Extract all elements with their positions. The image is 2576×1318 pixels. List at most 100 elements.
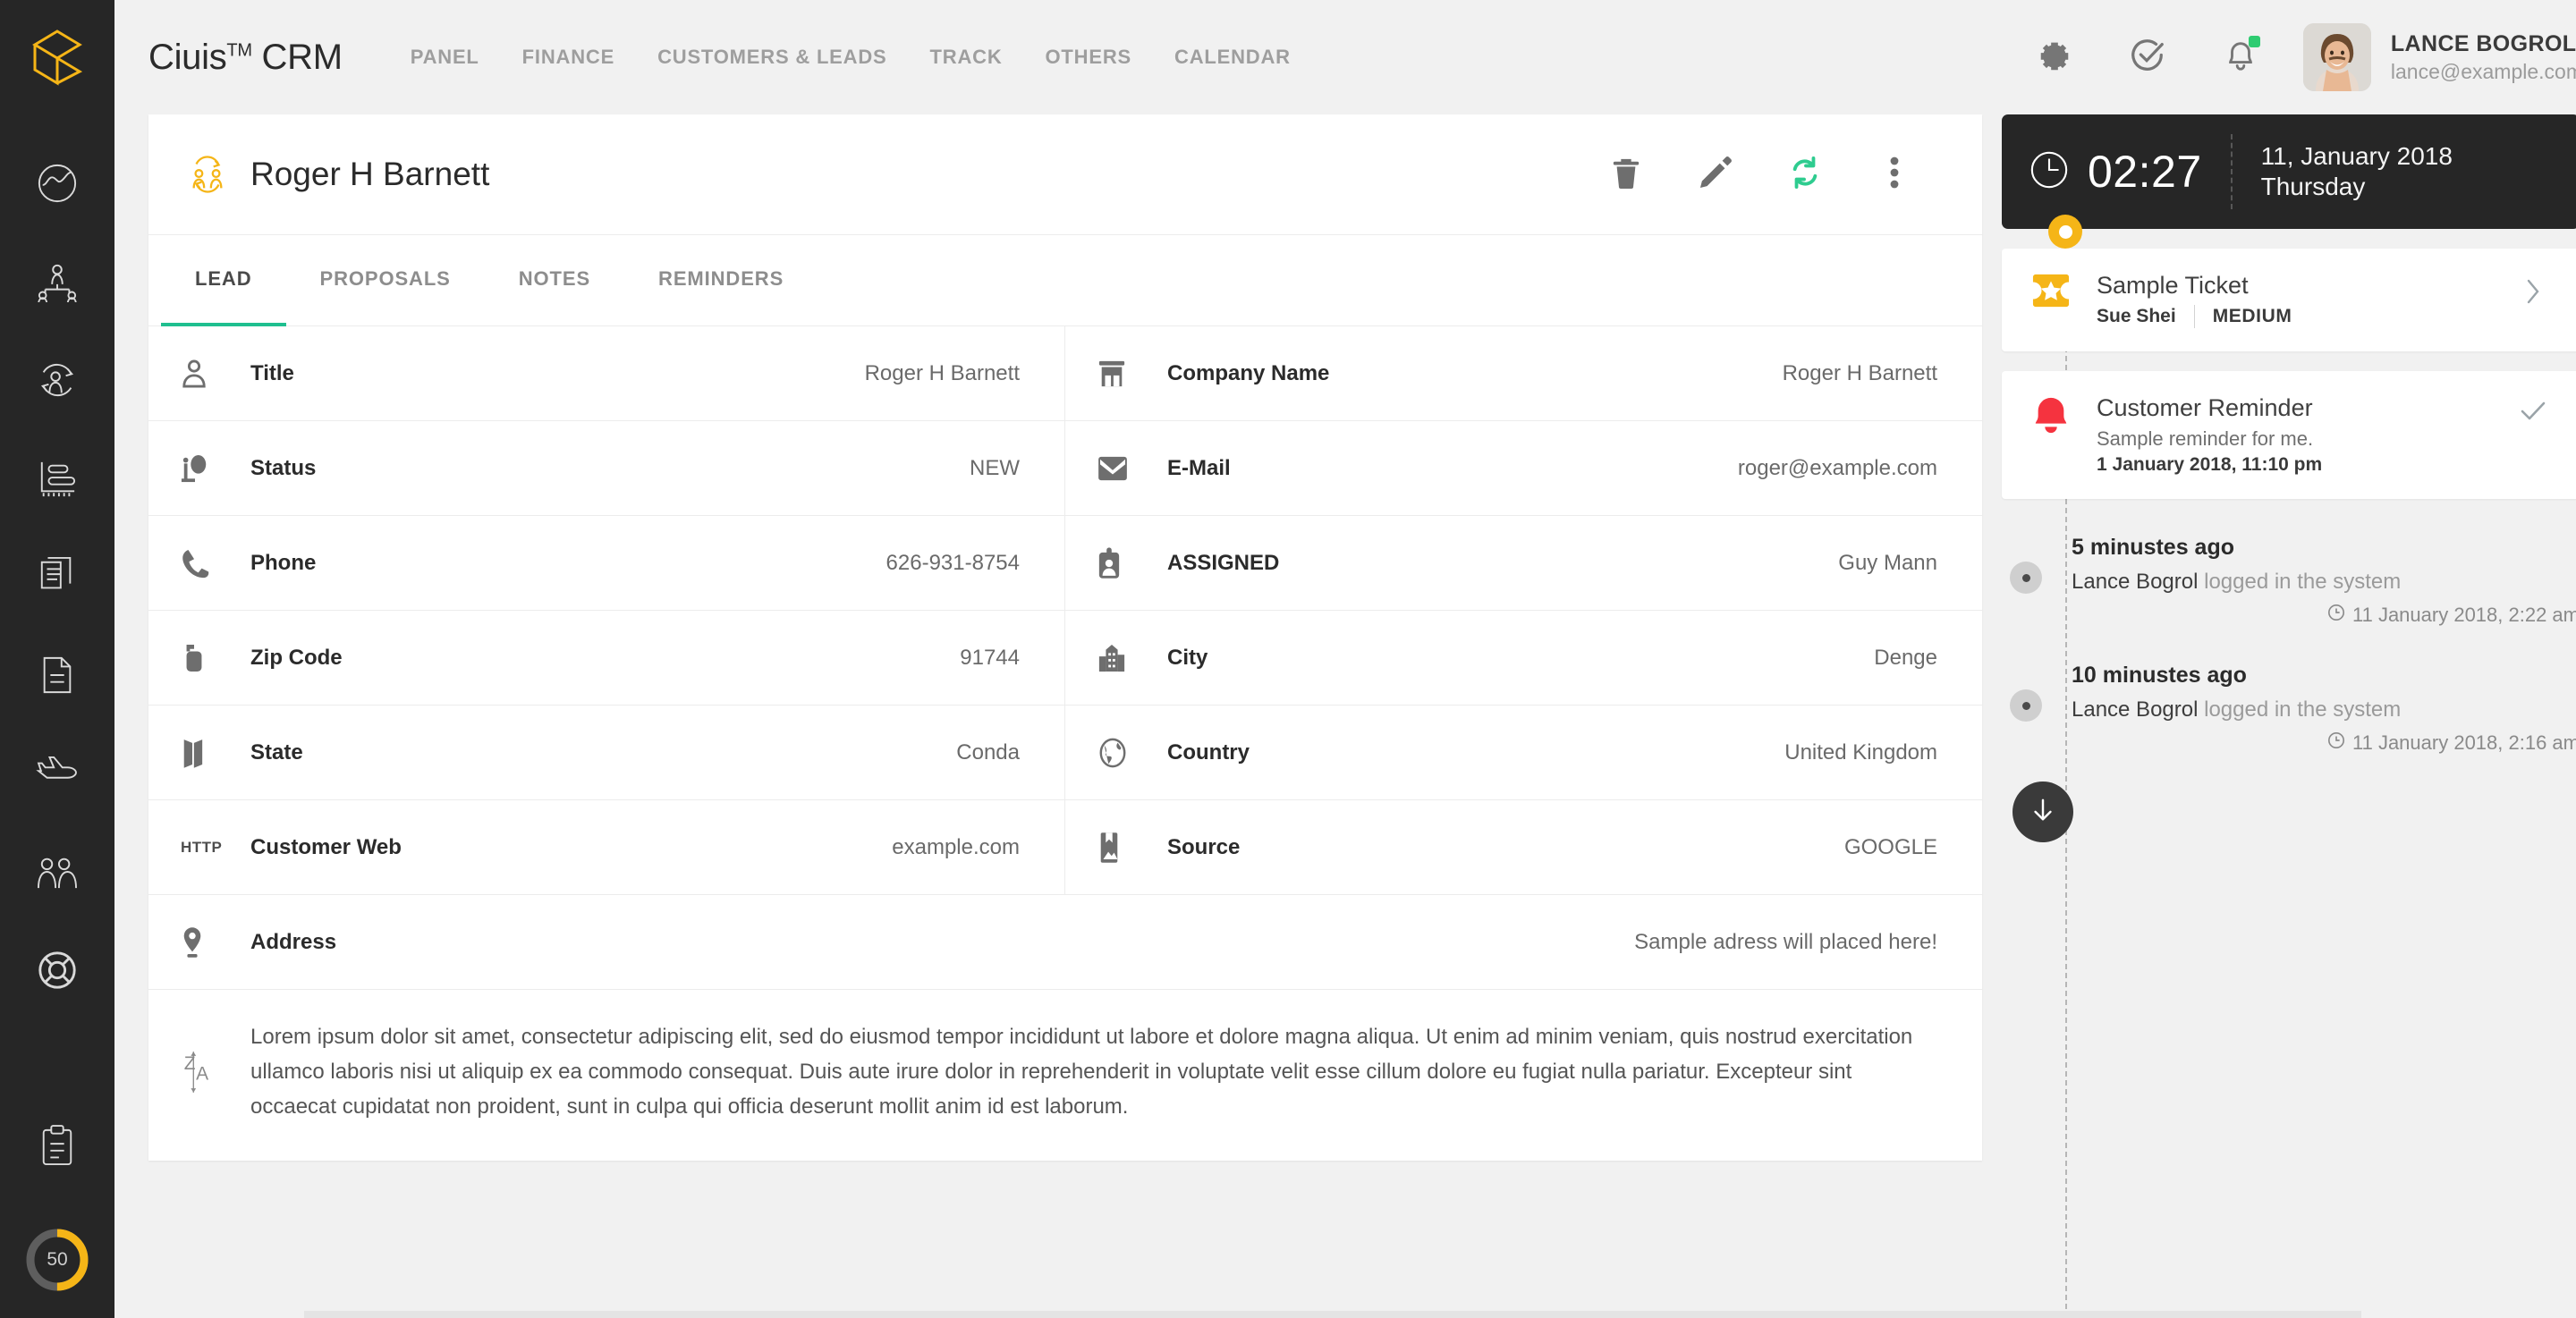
- sidebar-item-support[interactable]: [0, 921, 114, 1019]
- sort-az-icon: Z A: [181, 1047, 250, 1097]
- field-label: City: [1167, 645, 1208, 670]
- event-action: logged in the system: [2204, 697, 2402, 722]
- timeline-dot-wrap: [2002, 663, 2050, 755]
- clock-time: 02:27: [2088, 147, 2202, 197]
- event-actor: Lance Bogrol: [2072, 570, 2199, 594]
- body-column: CiuisTM CRM PANEL FINANCE CUSTOMERS & LE…: [114, 0, 2576, 1318]
- field-value: roger@example.com: [1737, 455, 1937, 480]
- activity-event: 5 minustes ago Lance Bogrol logged in th…: [2002, 535, 2576, 627]
- timeline-head-marker: [2048, 215, 2082, 249]
- field-row-customer-web: HTTP Customer Web example.com: [148, 800, 1064, 895]
- field-value: GOOGLE: [1843, 834, 1937, 859]
- brand-suffix: CRM: [261, 37, 343, 77]
- users-exchange-icon: [186, 154, 242, 195]
- load-more-button[interactable]: [2012, 782, 2073, 842]
- sidebar-item-reports[interactable]: [0, 429, 114, 528]
- sidebar-item-tasks[interactable]: [0, 1094, 114, 1202]
- detail-tabs: LEAD PROPOSALS NOTES REMINDERS: [148, 235, 1982, 326]
- trash-icon: [1611, 156, 1641, 194]
- page-title: Roger H Barnett: [250, 156, 490, 192]
- user-menu[interactable]: LANCE BOGROL lance@example.com: [2287, 23, 2576, 91]
- ticket-meta-divider: [2193, 305, 2195, 328]
- tab-lead[interactable]: LEAD: [161, 235, 286, 326]
- bell-alert-icon: [2027, 394, 2075, 435]
- pencil-icon: [1699, 156, 1732, 193]
- sidebar-item-team[interactable]: [0, 823, 114, 921]
- tab-proposals[interactable]: PROPOSALS: [286, 235, 485, 326]
- map-icon: [181, 738, 250, 768]
- tab-notes[interactable]: NOTES: [485, 235, 624, 326]
- nav-item-finance[interactable]: FINANCE: [501, 46, 636, 69]
- field-label: Status: [250, 455, 317, 480]
- field-grid: Title Roger H Barnett Status NEW Phone 6…: [148, 326, 1982, 895]
- more-options-button[interactable]: [1850, 130, 1939, 219]
- check-icon[interactable]: [2512, 394, 2555, 423]
- sidebar-item-travel[interactable]: [0, 724, 114, 823]
- app-logo[interactable]: [0, 0, 114, 114]
- field-row-state: State Conda: [148, 705, 1064, 800]
- field-value: Conda: [956, 739, 1020, 765]
- delete-button[interactable]: [1581, 130, 1671, 219]
- http-icon: HTTP: [181, 838, 223, 856]
- nav-item-customers-leads[interactable]: CUSTOMERS & LEADS: [636, 46, 908, 69]
- tab-reminders[interactable]: REMINDERS: [624, 235, 818, 326]
- user-icon: [181, 359, 250, 389]
- avatar: [2302, 23, 2371, 91]
- sidebar-nav: [0, 114, 114, 1019]
- activity-event: 10 minustes ago Lance Bogrol logged in t…: [2002, 663, 2576, 755]
- nav-item-track[interactable]: TRACK: [909, 46, 1024, 69]
- tasks-button[interactable]: [2101, 11, 2194, 104]
- edit-button[interactable]: [1671, 130, 1760, 219]
- app-root: 50 CiuisTM CRM PANEL FINANCE CUSTOMERS &…: [0, 0, 2576, 1318]
- nav-item-others[interactable]: OTHERS: [1024, 46, 1153, 69]
- left-sidebar: 50: [0, 0, 114, 1318]
- sidebar-item-documents[interactable]: [0, 528, 114, 626]
- city-icon: [1097, 643, 1167, 673]
- event-description: Lance Bogrol logged in the system: [2072, 570, 2576, 595]
- timeline-dot-icon: [2010, 689, 2042, 722]
- field-label: Address: [250, 929, 337, 954]
- refresh-icon: [1789, 156, 1821, 194]
- reminder-card[interactable]: Customer Reminder Sample reminder for me…: [2002, 371, 2576, 499]
- sidebar-item-org-chart[interactable]: [0, 232, 114, 331]
- plane-icon: [35, 756, 80, 791]
- field-row-city: City Denge: [1065, 611, 1982, 705]
- content-area: Roger H Barnett LEAD PROPOSALS NOTES REM…: [114, 114, 2576, 1318]
- chevron-right-icon[interactable]: [2512, 272, 2555, 306]
- storage-progress[interactable]: 50: [0, 1202, 114, 1318]
- event-timestamp: 11 January 2018, 2:22 am: [2352, 604, 2576, 626]
- zip-tag-icon: [181, 643, 250, 673]
- field-label: Phone: [250, 550, 317, 575]
- phone-icon: [181, 548, 250, 579]
- settings-button[interactable]: [2008, 11, 2101, 104]
- gear-icon: [2036, 37, 2073, 79]
- arrow-down-icon: [2030, 797, 2055, 828]
- ticket-card[interactable]: Sample Ticket Sue Shei MEDIUM: [2002, 249, 2576, 351]
- bottom-scroll-strip[interactable]: [304, 1311, 2361, 1318]
- sidebar-item-analytics[interactable]: [0, 134, 114, 232]
- brand-tm: TM: [226, 40, 252, 61]
- clock-small-icon: [2327, 604, 2345, 627]
- reminder-subtitle: Sample reminder for me.: [2097, 427, 2314, 450]
- clock-widget: 02:27 11, January 2018 Thursday: [2002, 114, 2576, 249]
- sidebar-item-file-text[interactable]: [0, 626, 114, 724]
- sync-button[interactable]: [1760, 130, 1850, 219]
- ticket-assignee: Sue Shei: [2097, 306, 2176, 326]
- sidebar-item-customer-sync[interactable]: [0, 331, 114, 429]
- activity-panel: 02:27 11, January 2018 Thursday Sample T…: [1982, 114, 2576, 1318]
- card-header: Roger H Barnett: [148, 114, 1982, 235]
- event-timestamp: 11 January 2018, 2:16 am: [2352, 731, 2576, 754]
- field-label: Company Name: [1167, 360, 1330, 385]
- field-label: Customer Web: [250, 834, 402, 859]
- nav-item-panel[interactable]: PANEL: [389, 46, 501, 69]
- documents-icon: [37, 557, 78, 596]
- ticket-title: Sample Ticket: [2097, 272, 2249, 299]
- notifications-button[interactable]: [2194, 11, 2287, 104]
- svg-text:A: A: [196, 1064, 208, 1085]
- field-row-email: E-Mail roger@example.com: [1065, 421, 1982, 516]
- nav-item-calendar[interactable]: CALENDAR: [1153, 46, 1312, 69]
- field-label: E-Mail: [1167, 455, 1231, 480]
- progress-value: 50: [47, 1249, 68, 1270]
- notification-badge: [2248, 36, 2260, 47]
- field-value: Sample adress will placed here!: [1634, 929, 1937, 954]
